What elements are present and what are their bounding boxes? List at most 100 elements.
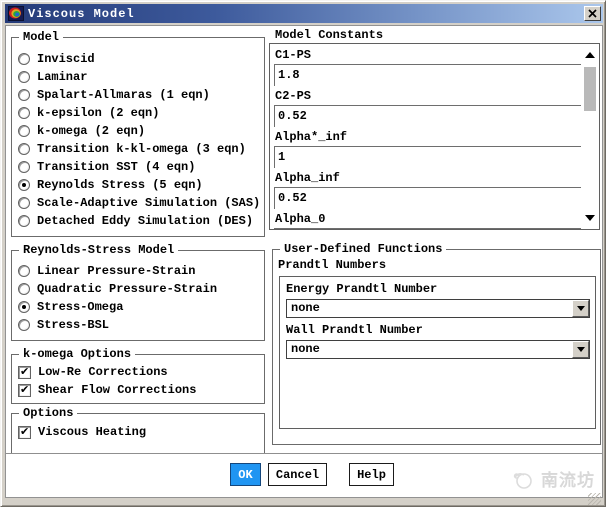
constant-input[interactable]: 1 [274,146,581,168]
checkbox-label: Viscous Heating [38,425,147,439]
udf-group-title: User-Defined Functions [280,242,447,256]
model-radio-option[interactable]: Transition SST (4 eqn) [18,158,264,176]
radio-label: Inviscid [37,52,95,66]
ok-button[interactable]: OK [230,463,261,486]
constants-scrollbar[interactable] [582,45,598,228]
dropdown-select[interactable]: none [286,340,590,359]
dropdown-value: none [291,342,320,356]
left-column: Model Inviscid Laminar Spalart-Allmaras … [11,28,265,455]
dropdown-button[interactable] [572,341,589,358]
model-radio-option[interactable]: Reynolds Stress (5 eqn) [18,176,264,194]
checkbox-label: Shear Flow Corrections [38,383,197,397]
model-radio-option[interactable]: Inviscid [18,50,264,68]
radio-label: Detached Eddy Simulation (DES) [37,214,254,228]
k-omega-options-group: k-omega Options Low-Re Corrections Shear… [11,347,265,404]
model-radio-option[interactable]: Spalart-Allmaras (1 eqn) [18,86,264,104]
watermark-bird-icon [513,473,532,489]
close-icon [588,9,597,18]
constant-field: Alpha_inf 0.52 [274,169,581,210]
model-group-title: Model [19,30,64,44]
radio-label: Laminar [37,70,88,84]
constant-label: Alpha_0 [275,212,326,226]
radio-label: Linear Pressure-Strain [37,264,196,278]
radio-icon [18,107,30,119]
rsm-radio-option[interactable]: Quadratic Pressure-Strain [18,280,264,298]
model-radio-option[interactable]: k-omega (2 eqn) [18,122,264,140]
radio-label: Reynolds Stress (5 eqn) [37,178,203,192]
model-radio-list: Inviscid Laminar Spalart-Allmaras (1 eqn… [18,50,264,230]
dropdown-button[interactable] [572,300,589,317]
dropdown-label: Wall Prandtl Number [286,323,423,337]
scroll-up-arrow-icon[interactable] [584,49,596,61]
prandtl-numbers-panel: Energy Prandtl Number none Wall Prandtl … [279,276,596,429]
prandtl-dropdown-row: Wall Prandtl Number none [280,322,595,359]
dropdown-select[interactable]: none [286,299,590,318]
dialog-content: Model Inviscid Laminar Spalart-Allmaras … [5,25,603,498]
title-bar[interactable]: Viscous Model [5,4,603,23]
resize-grip[interactable] [588,493,601,505]
radio-icon [18,143,30,155]
viscous-model-dialog: Viscous Model Model Inviscid Laminar Spa… [0,0,606,507]
constant-input[interactable]: 1.8 [274,64,581,86]
radio-icon [18,215,30,227]
cancel-button[interactable]: Cancel [268,463,327,486]
options-checkbox-option[interactable]: Viscous Heating [18,423,264,441]
scroll-down-arrow-icon[interactable] [584,212,596,224]
constant-input[interactable]: 0.52 [274,105,581,127]
constant-field: Alpha_0 [274,210,581,229]
radio-icon [18,319,30,331]
checkbox-icon [18,425,31,439]
prandtl-dropdown-row: Energy Prandtl Number none [280,281,595,318]
radio-icon [18,301,30,313]
radio-icon [18,283,30,295]
watermark-text: 南流坊 [541,473,595,492]
help-button[interactable]: Help [349,463,394,486]
radio-label: Stress-BSL [37,318,110,332]
model-radio-option[interactable]: Transition k-kl-omega (3 eqn) [18,140,264,158]
watermark: 南流坊 [511,466,595,492]
dropdown-value: none [291,301,320,315]
options-group: Options Viscous Heating [11,406,265,455]
radio-icon [18,179,30,191]
constants-field-list: C1-PS 1.8 C2-PS 0.52 Alpha*_inf 1 Alpha_… [274,46,581,229]
constant-label: Alpha*_inf [275,130,348,144]
scrollbar-thumb[interactable] [584,67,596,111]
radio-label: Transition k-kl-omega (3 eqn) [37,142,246,156]
rsm-radio-list: Linear Pressure-Strain Quadratic Pressur… [18,262,264,334]
radio-icon [18,71,30,83]
radio-label: Quadratic Pressure-Strain [37,282,218,296]
model-radio-option[interactable]: Laminar [18,68,264,86]
model-radio-option[interactable]: Scale-Adaptive Simulation (SAS) [18,194,264,212]
komega-group-title: k-omega Options [19,347,136,361]
radio-label: k-omega (2 eqn) [37,124,146,138]
constant-input[interactable]: 0.52 [274,187,581,209]
radio-label: Stress-Omega [37,300,124,314]
close-button[interactable] [584,6,601,21]
rsm-radio-option[interactable]: Stress-Omega [18,298,264,316]
komega-checkbox-option[interactable]: Shear Flow Corrections [18,381,264,399]
constant-input[interactable] [274,228,581,229]
constant-label: C2-PS [275,89,312,103]
chevron-down-icon [576,306,585,311]
radio-label: Scale-Adaptive Simulation (SAS) [37,196,261,210]
constant-field: Alpha*_inf 1 [274,128,581,169]
rsm-radio-option[interactable]: Stress-BSL [18,316,264,334]
radio-icon [18,89,30,101]
radio-label: Spalart-Allmaras (1 eqn) [37,88,210,102]
radio-icon [18,53,30,65]
radio-label: Transition SST (4 eqn) [37,160,196,174]
model-constants-panel: C1-PS 1.8 C2-PS 0.52 Alpha*_inf 1 Alpha_… [269,43,600,230]
checkbox-icon [18,383,31,397]
rsm-radio-option[interactable]: Linear Pressure-Strain [18,262,264,280]
model-radio-option[interactable]: Detached Eddy Simulation (DES) [18,212,264,230]
constant-label: Alpha_inf [275,171,340,185]
user-defined-functions-group: User-Defined Functions Prandtl Numbers E… [272,242,601,445]
button-row: OK Cancel Help [230,463,394,486]
komega-checkbox-option[interactable]: Low-Re Corrections [18,363,264,381]
radio-icon [18,161,30,173]
model-radio-option[interactable]: k-epsilon (2 eqn) [18,104,264,122]
fluent-app-icon [8,6,24,21]
constant-label: C1-PS [275,48,312,62]
window-title: Viscous Model [28,6,135,21]
radio-icon [18,125,30,137]
